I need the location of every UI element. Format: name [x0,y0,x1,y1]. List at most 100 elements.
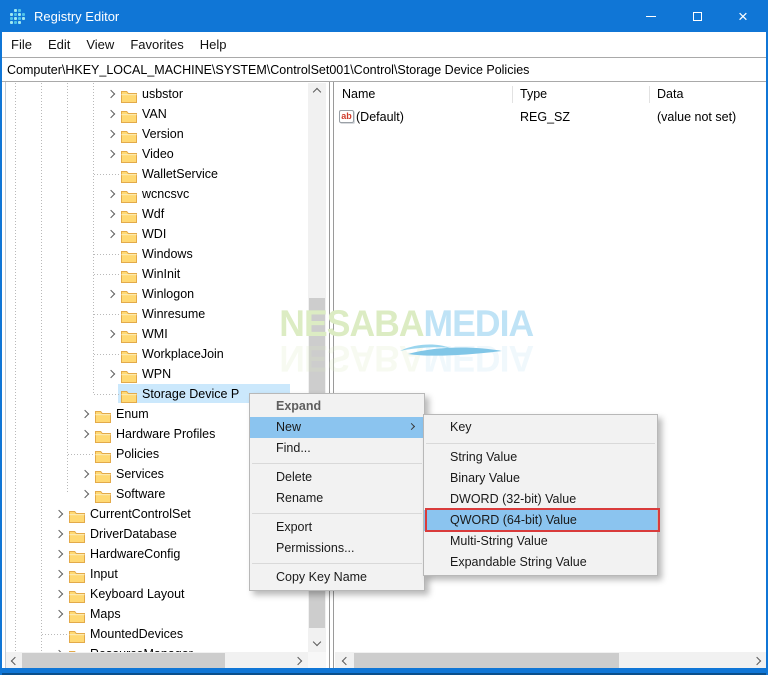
tree-item-resourcemanager[interactable]: ResourceManager [6,644,308,652]
tree-item-mounteddevices[interactable]: MountedDevices [6,624,308,644]
chevron-right-icon[interactable] [80,489,90,499]
menu-help[interactable]: Help [192,34,235,55]
chevron-right-icon[interactable] [106,209,116,219]
context-menu-item-expand[interactable]: Expand [250,396,424,417]
tree-item-wcncsvc[interactable]: wcncsvc [6,184,308,204]
context-menu-item-permissions[interactable]: Permissions... [250,538,424,559]
tree-horizontal-scrollbar[interactable] [6,652,308,669]
folder-icon [95,411,111,423]
tree-item-label: Wdf [142,207,165,221]
menu-file[interactable]: File [3,34,40,55]
submenu-item-string-value[interactable]: String Value [424,447,657,468]
column-header-data[interactable]: Data [657,84,683,104]
scroll-left-icon[interactable] [341,656,351,666]
context-menu-item-new[interactable]: New [250,417,424,438]
folder-icon [95,471,111,483]
chevron-right-icon[interactable] [54,589,64,599]
address-bar[interactable]: Computer\HKEY_LOCAL_MACHINE\SYSTEM\Contr… [2,57,766,82]
list-horizontal-scrollbar[interactable] [335,652,766,669]
context-menu-item-export[interactable]: Export [250,517,424,538]
chevron-right-icon[interactable] [80,429,90,439]
tree-connector [42,634,67,635]
column-header-name[interactable]: Name [342,84,375,104]
tree-item-maps[interactable]: Maps [6,604,308,624]
annotation-highlight-box [425,508,660,532]
folder-icon [69,531,85,543]
column-header-type[interactable]: Type [520,84,547,104]
context-menu-item-copy-key-name[interactable]: Copy Key Name [250,567,424,588]
chevron-right-icon[interactable] [106,369,116,379]
tree-item-label: MountedDevices [90,627,184,641]
menu-favorites[interactable]: Favorites [122,34,191,55]
folder-icon [121,191,137,203]
submenu-item-key[interactable]: Key [424,417,657,438]
maximize-icon [692,11,702,21]
submenu-item-dword-32-bit-value[interactable]: DWORD (32-bit) Value [424,489,657,510]
chevron-right-icon[interactable] [106,329,116,339]
tree-item-label: Software [116,487,166,501]
close-button[interactable]: × [720,0,766,32]
menu-separator [250,559,424,567]
menu-view[interactable]: View [78,34,122,55]
context-menu-item-find[interactable]: Find... [250,438,424,459]
tree-hscroll-thumb[interactable] [22,653,225,668]
context-menu-item-rename[interactable]: Rename [250,488,424,509]
tree-item-version[interactable]: Version [6,124,308,144]
tree-item-wpn[interactable]: WPN [6,364,308,384]
column-separator[interactable] [649,86,650,103]
chevron-right-icon[interactable] [106,149,116,159]
tree-item-wdf[interactable]: Wdf [6,204,308,224]
chevron-right-icon[interactable] [54,609,64,619]
tree-item-van[interactable]: VAN [6,104,308,124]
submenu-item-qword-64-bit-value[interactable]: QWORD (64-bit) Value [424,508,660,532]
scrollbar-corner [308,652,326,669]
tree-item-walletservice[interactable]: WalletService [6,164,308,184]
chevron-right-icon[interactable] [106,89,116,99]
submenu-item-expandable-string-value[interactable]: Expandable String Value [424,552,657,573]
tree-item-wininit[interactable]: WinInit [6,264,308,284]
chevron-right-icon[interactable] [54,549,64,559]
folder-icon [95,451,111,463]
maximize-button[interactable] [674,0,720,32]
menu-edit[interactable]: Edit [40,34,78,55]
chevron-right-icon[interactable] [80,469,90,479]
tree-item-winlogon[interactable]: Winlogon [6,284,308,304]
tree-item-label: Policies [116,447,160,461]
folder-icon [121,171,137,183]
tree-item-wmi[interactable]: WMI [6,324,308,344]
folder-icon [121,291,137,303]
scroll-right-icon[interactable] [752,656,762,666]
submenu-item-binary-value[interactable]: Binary Value [424,468,657,489]
address-path: Computer\HKEY_LOCAL_MACHINE\SYSTEM\Contr… [7,62,530,77]
list-hscroll-thumb[interactable] [354,653,619,668]
chevron-right-icon[interactable] [80,409,90,419]
tree-item-label: Storage Device P [142,387,240,401]
tree-item-usbstor[interactable]: usbstor [6,84,308,104]
scroll-down-icon[interactable] [312,637,322,647]
folder-icon [121,231,137,243]
scroll-up-icon[interactable] [312,87,322,97]
submenu-item-multi-string-value[interactable]: Multi-String Value [424,531,657,552]
column-separator[interactable] [512,86,513,103]
value-name[interactable]: (Default) [356,107,404,127]
tree-item-wdi[interactable]: WDI [6,224,308,244]
chevron-right-icon[interactable] [106,189,116,199]
tree-connector [68,454,93,455]
chevron-right-icon[interactable] [54,529,64,539]
context-menu-item-delete[interactable]: Delete [250,467,424,488]
tree-item-windows[interactable]: Windows [6,244,308,264]
chevron-right-icon[interactable] [54,509,64,519]
tree-item-workplacejoin[interactable]: WorkplaceJoin [6,344,308,364]
tree-item-video[interactable]: Video [6,144,308,164]
chevron-right-icon[interactable] [106,289,116,299]
chevron-right-icon[interactable] [106,229,116,239]
scroll-left-icon[interactable] [10,656,20,666]
tree-item-label: CurrentControlSet [90,507,191,521]
minimize-button[interactable] [628,0,674,32]
chevron-right-icon[interactable] [106,109,116,119]
chevron-right-icon[interactable] [106,129,116,139]
chevron-right-icon[interactable] [54,569,64,579]
scroll-right-icon[interactable] [293,656,303,666]
tree-item-label: ResourceManager [90,644,193,652]
tree-item-winresume[interactable]: Winresume [6,304,308,324]
